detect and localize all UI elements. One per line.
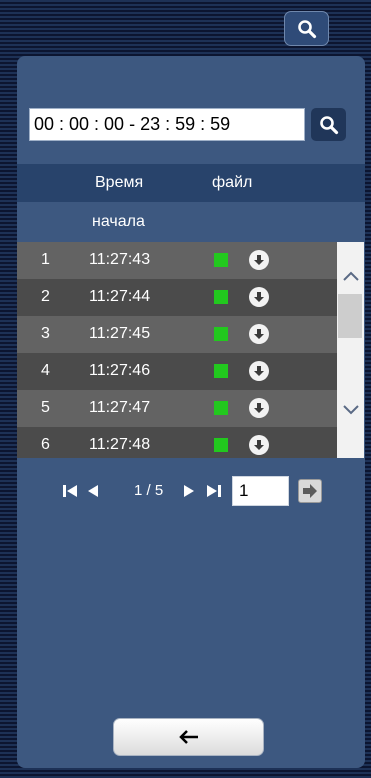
next-page-icon — [184, 485, 194, 497]
table-scrollbar[interactable] — [337, 242, 364, 458]
table-row[interactable]: 6 11:27:48 — [17, 427, 337, 458]
time-range-input[interactable]: 00 : 00 : 00 - 23 : 59 : 59 — [29, 108, 305, 141]
download-icon — [254, 403, 264, 413]
row-number: 5 — [41, 399, 50, 416]
row-number: 4 — [41, 362, 50, 379]
chevron-up-icon — [342, 271, 359, 281]
table-row[interactable]: 1 11:27:43 — [17, 242, 337, 279]
status-indicator — [214, 364, 228, 378]
records-table: 1 11:27:43 2 11:27:44 3 11:27:45 4 11:27… — [17, 242, 337, 458]
last-page-icon — [207, 485, 221, 497]
arrow-right-icon — [303, 484, 317, 498]
pagination: 1 / 5 1 — [62, 476, 332, 508]
column-header-start-time-line2: начала — [92, 213, 145, 230]
scroll-thumb[interactable] — [338, 294, 362, 338]
download-button[interactable] — [249, 361, 269, 381]
row-time: 11:27:44 — [89, 288, 151, 305]
status-indicator — [214, 290, 228, 304]
page-number-input[interactable]: 1 — [232, 476, 289, 506]
next-page-button[interactable] — [180, 483, 196, 499]
scroll-up-button[interactable] — [337, 262, 364, 290]
status-indicator — [214, 401, 228, 415]
go-to-page-button[interactable] — [298, 479, 322, 503]
row-time: 11:27:46 — [89, 362, 151, 379]
download-icon — [254, 366, 264, 376]
query-button[interactable] — [311, 108, 346, 141]
last-page-button[interactable] — [206, 483, 222, 499]
page-indicator: 1 / 5 — [134, 482, 164, 499]
previous-page-button[interactable] — [86, 483, 102, 499]
top-search-button[interactable] — [284, 11, 329, 46]
row-number: 2 — [41, 288, 50, 305]
download-button[interactable] — [249, 324, 269, 344]
download-icon — [254, 292, 264, 302]
table-row[interactable]: 5 11:27:47 — [17, 390, 337, 427]
status-indicator — [214, 438, 228, 452]
row-time: 11:27:45 — [89, 325, 151, 342]
row-time: 11:27:43 — [89, 251, 151, 268]
download-icon — [254, 440, 264, 450]
table-row[interactable]: 3 11:27:45 — [17, 316, 337, 353]
download-button[interactable] — [249, 398, 269, 418]
first-page-button[interactable] — [62, 483, 78, 499]
row-number: 6 — [41, 436, 50, 453]
first-page-icon — [63, 485, 77, 497]
back-button[interactable] — [113, 718, 264, 756]
row-time: 11:27:48 — [89, 436, 151, 453]
table-header-continued: начала — [17, 202, 365, 242]
previous-page-icon — [88, 485, 98, 497]
download-icon — [254, 329, 264, 339]
table-row[interactable]: 4 11:27:46 — [17, 353, 337, 390]
search-icon — [297, 19, 316, 38]
status-indicator — [214, 253, 228, 267]
arrow-left-icon — [178, 730, 198, 744]
download-icon — [254, 255, 264, 265]
status-indicator — [214, 327, 228, 341]
row-time: 11:27:47 — [89, 399, 151, 416]
column-header-file: файл — [212, 174, 253, 191]
search-icon — [319, 115, 338, 134]
table-row[interactable]: 2 11:27:44 — [17, 279, 337, 316]
chevron-down-icon — [342, 405, 359, 415]
download-button[interactable] — [249, 250, 269, 270]
record-search-panel: 00 : 00 : 00 - 23 : 59 : 59 Время файл н… — [17, 56, 365, 768]
download-button[interactable] — [249, 435, 269, 455]
row-number: 1 — [41, 251, 50, 268]
table-header: Время файл — [17, 164, 365, 202]
column-header-start-time: Время — [95, 174, 144, 191]
row-number: 3 — [41, 325, 50, 342]
scroll-down-button[interactable] — [337, 396, 364, 424]
download-button[interactable] — [249, 287, 269, 307]
